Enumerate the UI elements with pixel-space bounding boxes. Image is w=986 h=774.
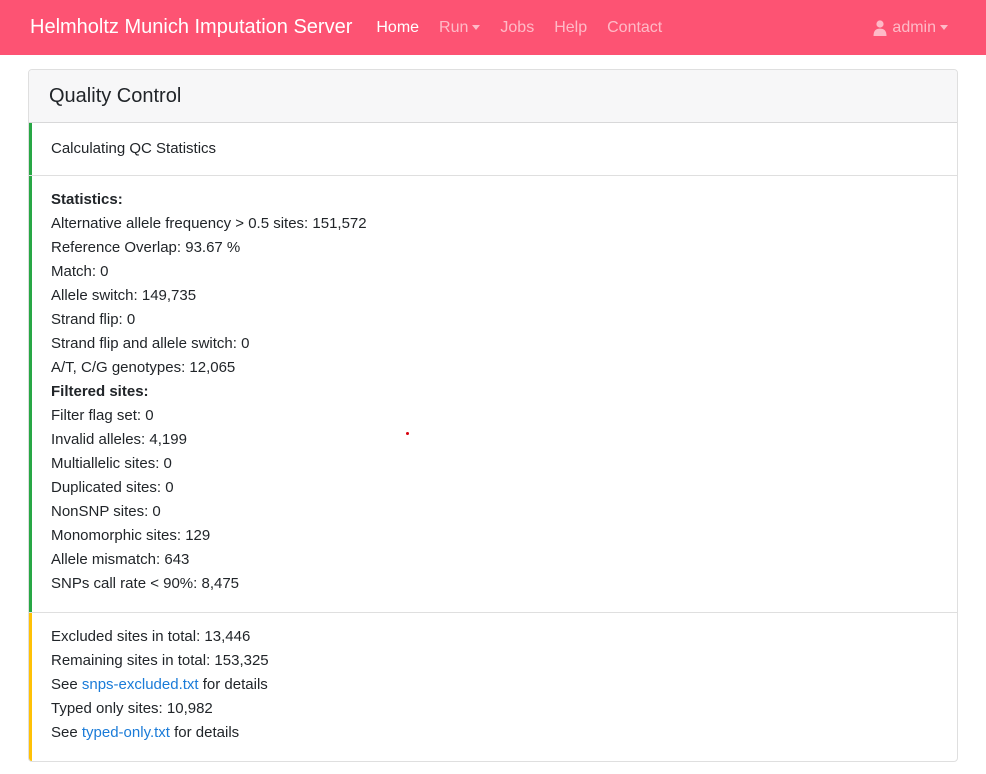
stat-line: Strand flip: 0 <box>51 311 136 328</box>
user-menu-dropdown[interactable]: admin <box>873 0 948 55</box>
details-suffix: for details <box>169 724 240 741</box>
filtered-sites-heading: Filtered sites: <box>51 383 149 400</box>
details-suffix: for details <box>198 676 268 693</box>
nav-home[interactable]: Home <box>376 19 419 37</box>
user-menu-label: admin <box>892 18 936 36</box>
card-header: Quality Control <box>29 70 957 123</box>
stat-line: Reference Overlap: 93.67 % <box>51 239 241 256</box>
filter-line: Duplicated sites: 0 <box>51 479 174 496</box>
filter-line: Invalid alleles: 4,199 <box>51 431 187 448</box>
stat-line: Strand flip and allele switch: 0 <box>51 335 250 352</box>
filter-line: SNPs call rate < 90%: 8,475 <box>51 575 240 592</box>
typed-only-link[interactable]: typed-only.txt <box>82 724 170 741</box>
filter-line: Filter flag set: 0 <box>51 407 154 424</box>
excluded-total: Excluded sites in total: 13,446 <box>51 628 251 645</box>
stat-line: Alternative allele frequency > 0.5 sites… <box>51 215 367 232</box>
qc-calculating-step: Calculating QC Statistics <box>29 123 957 176</box>
nav-run-dropdown[interactable]: Run <box>439 18 481 37</box>
statistics-heading: Statistics: <box>51 191 123 208</box>
main-nav: Home Run Jobs Help Contact <box>376 19 682 37</box>
snps-excluded-link[interactable]: snps-excluded.txt <box>82 676 199 693</box>
qc-statistics-step: Statistics: Alternative allele frequency… <box>29 176 957 613</box>
typed-only-details-line: See typed-only.txt for details <box>51 721 957 745</box>
filter-line: NonSNP sites: 0 <box>51 503 161 520</box>
filter-line: Monomorphic sites: 129 <box>51 527 211 544</box>
filter-line: Multiallelic sites: 0 <box>51 455 172 472</box>
see-prefix: See <box>51 676 82 693</box>
nav-help[interactable]: Help <box>554 19 587 37</box>
filter-line: Allele mismatch: 643 <box>51 551 190 568</box>
card-title: Quality Control <box>49 84 182 107</box>
step-label: Calculating QC Statistics <box>51 140 217 157</box>
qc-summary-step: Excluded sites in total: 13,446 Remainin… <box>29 613 957 761</box>
chevron-down-icon <box>940 25 948 30</box>
nav-run-label: Run <box>439 18 469 36</box>
typed-only-total: Typed only sites: 10,982 <box>51 700 213 717</box>
top-navbar: Helmholtz Munich Imputation Server Home … <box>0 0 986 55</box>
user-icon <box>873 19 887 36</box>
nav-contact[interactable]: Contact <box>607 19 662 37</box>
mouse-cursor-dot <box>406 432 409 435</box>
see-prefix: See <box>51 724 82 741</box>
stat-line: Match: 0 <box>51 263 109 280</box>
brand-title[interactable]: Helmholtz Munich Imputation Server <box>30 16 352 39</box>
excluded-details-line: See snps-excluded.txt for details <box>51 673 957 697</box>
nav-jobs[interactable]: Jobs <box>500 19 534 37</box>
remaining-total: Remaining sites in total: 153,325 <box>51 652 269 669</box>
stat-line: Allele switch: 149,735 <box>51 287 197 304</box>
stat-line: A/T, C/G genotypes: 12,065 <box>51 359 236 376</box>
quality-control-card: Quality Control Calculating QC Statistic… <box>28 69 958 762</box>
chevron-down-icon <box>472 25 481 30</box>
